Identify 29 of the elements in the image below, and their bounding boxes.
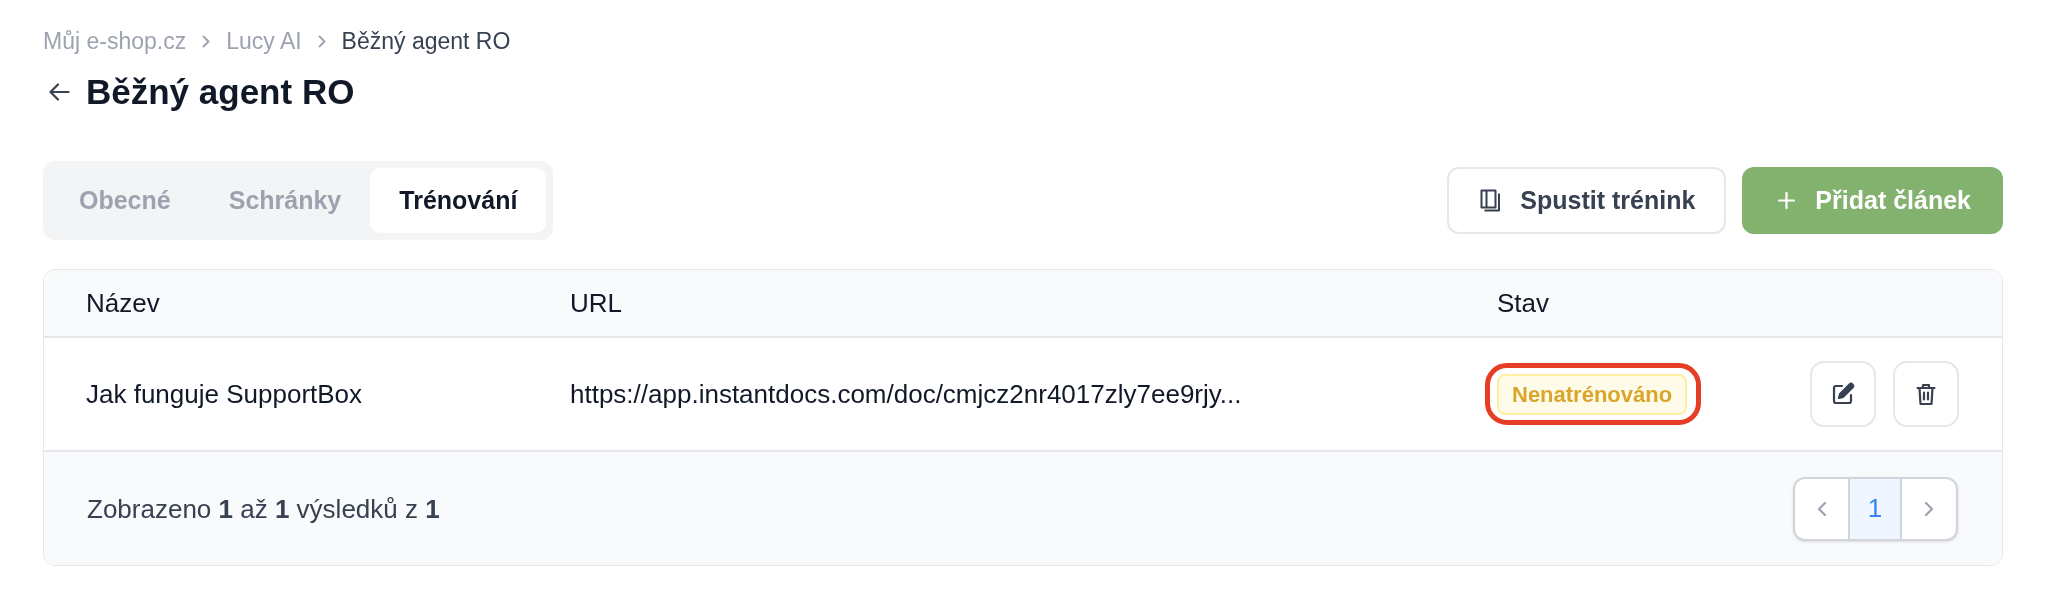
chevron-left-icon [1816,500,1827,517]
table-cell: Jak funguje SupportBox [86,378,363,409]
tab[interactable]: Trénování [370,168,547,233]
page-button[interactable]: 1 [1850,478,1902,539]
edit-button[interactable] [1810,361,1876,427]
column-header: URL [570,287,622,318]
table-cell: https://app.instantdocs.com/doc/cmjcz2nr4017zly7ee9rjy... [570,378,1242,409]
column-header: Název [86,287,160,318]
chevron-right-icon [317,34,326,48]
breadcrumb-link[interactable]: Lucy AI [226,27,302,55]
add-article-button[interactable]: Přidat článek [1742,167,2003,234]
start-training-button[interactable]: Spustit trénink [1447,167,1727,234]
breadcrumb-current: Běžný agent RO [341,27,511,55]
delete-button[interactable] [1893,361,1959,427]
status-badge: Nenatrénováno [1497,373,1688,415]
tab[interactable]: Schránky [199,168,371,233]
results-summary: Zobrazeno 1 až 1 výsledků z 1 [87,492,440,525]
chevron-right-icon [202,34,211,48]
column-header: Stav [1497,287,1550,318]
trash-icon [1916,382,1936,406]
chevron-right-icon [1924,500,1934,517]
tab[interactable]: Obecné [50,168,200,233]
back-button[interactable] [49,83,70,101]
breadcrumb-link[interactable]: Můj e-shop.cz [43,27,187,55]
book-icon [1480,189,1502,212]
arrow-left-icon [49,83,70,101]
edit-icon [1831,382,1855,406]
plus-icon [1778,192,1796,209]
page-title: Běžný agent RO [86,71,355,113]
